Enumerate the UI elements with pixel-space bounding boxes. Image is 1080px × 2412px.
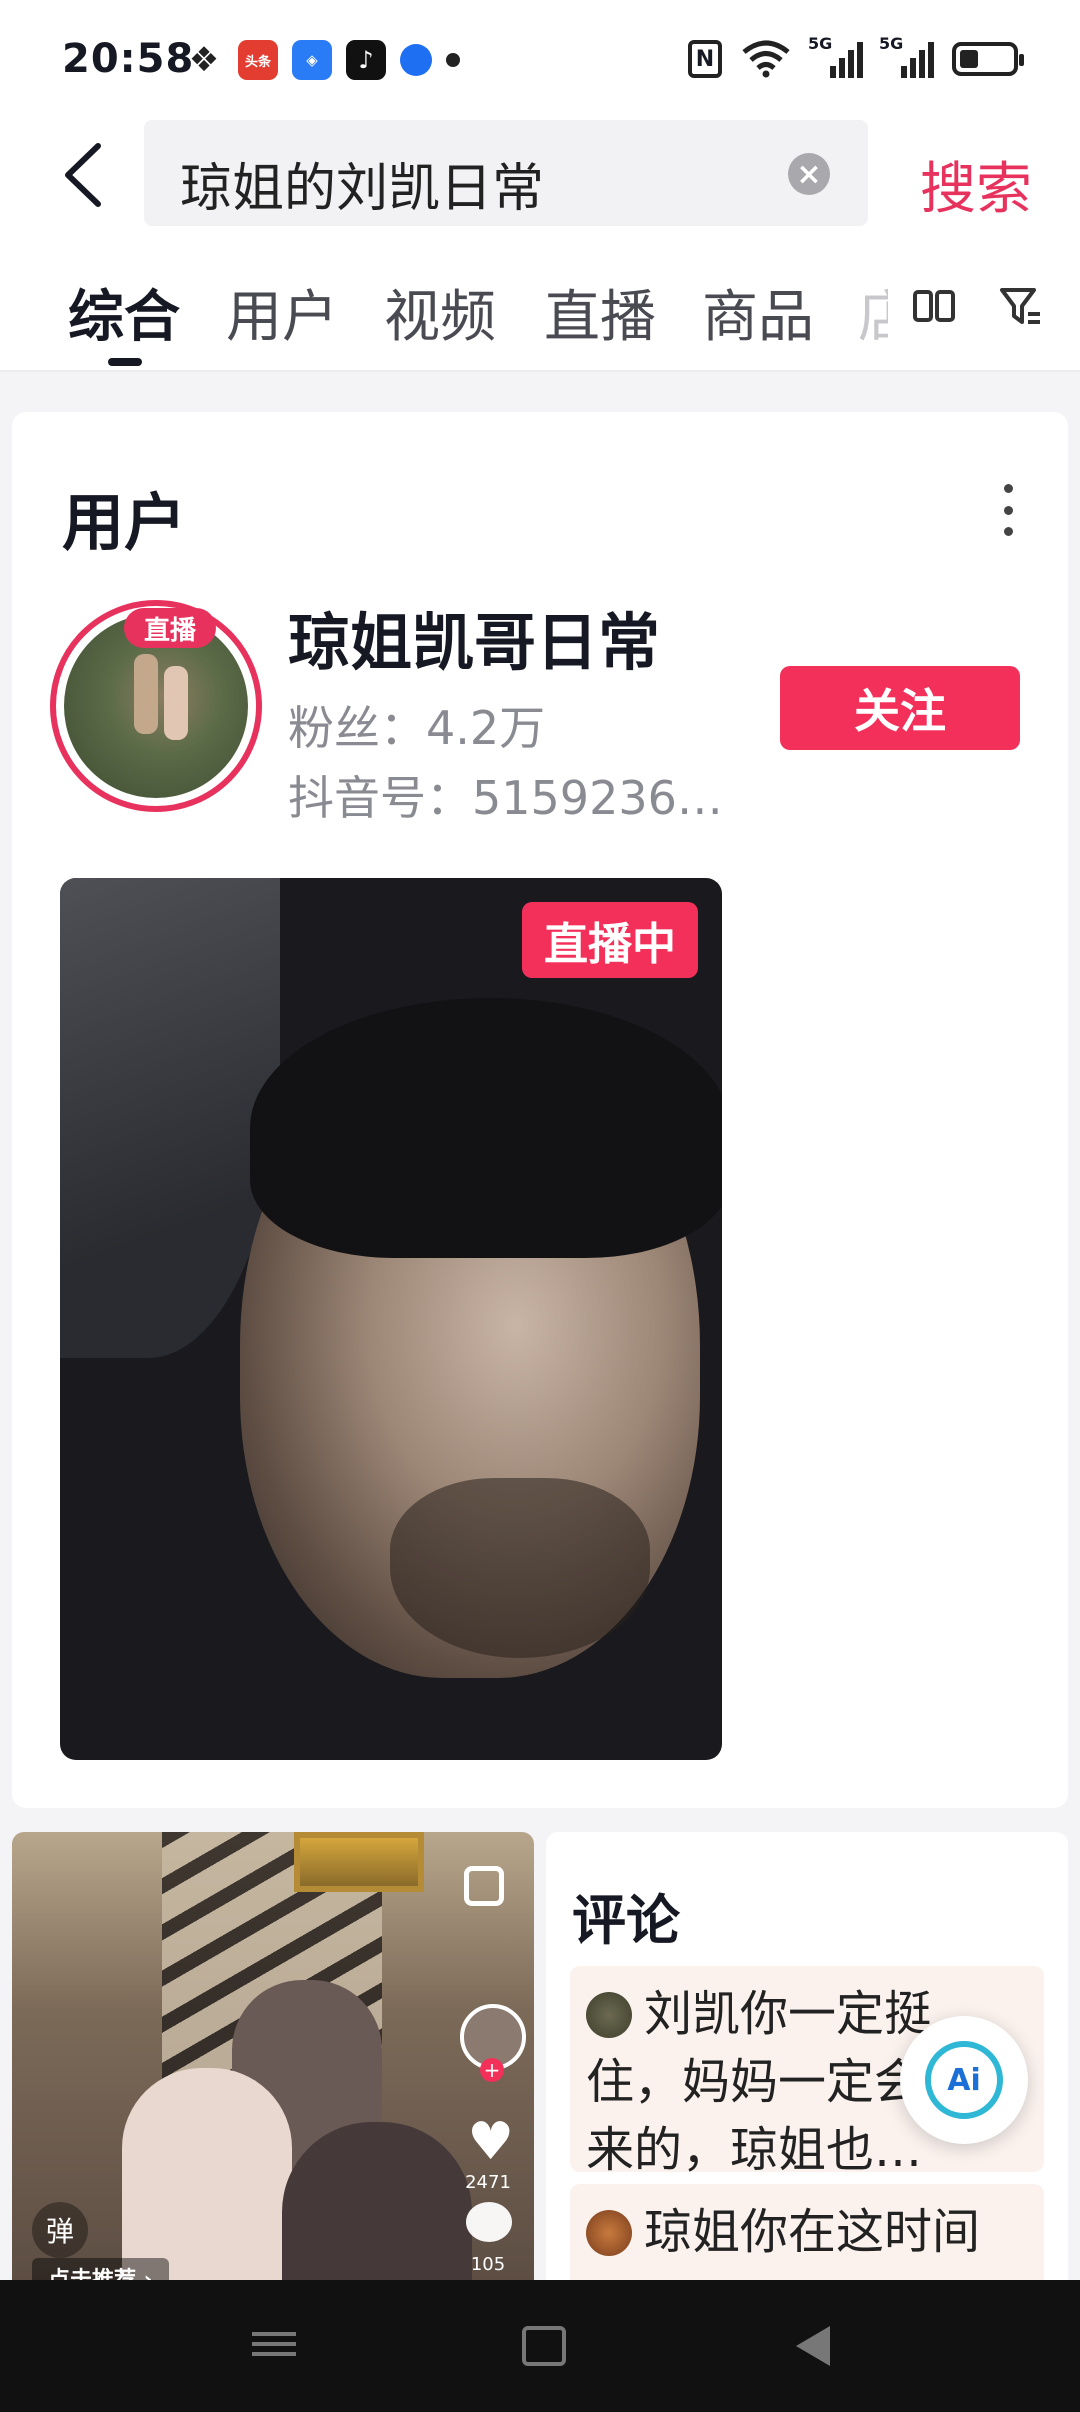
tiktok-icon: ♪ <box>346 40 386 80</box>
live-tag: 直播 <box>124 608 216 648</box>
tab-videos[interactable]: 视频 <box>384 272 496 353</box>
multi-image-icon <box>464 1866 504 1906</box>
signal-5g-icon-2: 5G <box>879 34 934 78</box>
fans-count: 粉丝：4.2万 <box>288 701 546 755</box>
wall-painting <box>294 1832 424 1892</box>
clear-icon[interactable]: × <box>788 153 830 195</box>
result-tabs: 综合 用户 视频 直播 商品 店 <box>0 232 1080 372</box>
notification-icons: ❖ 头条 ◈ ♪ <box>184 40 460 80</box>
search-query: 琼姐的刘凯日常 <box>180 159 545 219</box>
tab-shops-partial[interactable]: 店 <box>858 272 888 353</box>
like-count: 2471 <box>465 2172 511 2193</box>
status-bar: 20:58 ❖ 头条 ◈ ♪ N 5G 5G <box>0 0 1080 120</box>
danmu-button[interactable]: 弹 <box>32 2202 88 2258</box>
clock: 20:58 <box>62 36 195 82</box>
follow-button[interactable]: 关注 <box>780 666 1020 750</box>
follow-plus-icon[interactable]: + <box>480 2058 504 2082</box>
ai-icon: Ai <box>925 2041 1003 2119</box>
search-button[interactable]: 搜索 <box>920 144 1032 225</box>
live-stream-cover[interactable]: 直播中 <box>60 878 722 1760</box>
battery-level <box>960 50 978 68</box>
streamer-hair <box>250 998 722 1258</box>
douyin-id: 抖音号：5159236… <box>288 771 723 825</box>
system-icons: N 5G 5G <box>688 34 1024 78</box>
ai-search-button[interactable]: Ai <box>900 2016 1028 2144</box>
system-navigation-bar <box>0 2280 1080 2412</box>
person-left <box>122 2068 292 2280</box>
comments-title: 评论 <box>572 1889 680 1952</box>
active-tab-indicator <box>108 358 142 366</box>
wifi-icon <box>742 40 790 78</box>
nfc-icon: N <box>688 40 722 78</box>
comment-text: 琼姐你在这时间 <box>644 2204 981 2260</box>
wechat-icon: ❖ <box>188 40 220 80</box>
layout-toggle-icon[interactable] <box>912 284 956 328</box>
live-badge: 直播中 <box>522 902 698 978</box>
battery-icon <box>952 42 1024 76</box>
video-thumbnail[interactable]: + ♥ 2471 105 弹 点击推荐 › <box>12 1832 534 2280</box>
more-options-icon[interactable] <box>998 484 1018 536</box>
menu-nav-icon[interactable] <box>252 2326 296 2366</box>
toutiao-icon: 头条 <box>238 40 278 80</box>
filter-icon[interactable] <box>998 284 1042 328</box>
tab-users[interactable]: 用户 <box>226 272 338 353</box>
person-right <box>282 2122 472 2280</box>
comment-count: 105 <box>470 2254 506 2275</box>
section-title: 用户 <box>62 486 187 559</box>
streamer-beard <box>390 1478 650 1658</box>
browser-icon <box>400 44 432 76</box>
user-name[interactable]: 琼姐凯哥日常 <box>288 592 660 682</box>
back-nav-icon[interactable] <box>786 2326 830 2366</box>
tab-live[interactable]: 直播 <box>544 272 656 353</box>
comment-item[interactable]: 琼姐你在这时间 <box>570 2184 1044 2280</box>
tab-products[interactable]: 商品 <box>702 272 814 353</box>
comment-bubble-icon[interactable] <box>466 2202 512 2242</box>
ai-search-icon: ◈ <box>292 40 332 80</box>
user-result-card: 用户 直播 琼姐凯哥日常 粉丝：4.2万 抖音号：5159236… 关注 直播中 <box>12 412 1068 1808</box>
search-header: 琼姐的刘凯日常 × 搜索 <box>0 120 1080 232</box>
like-heart-icon[interactable]: ♥ <box>467 2112 514 2172</box>
signal-5g-icon-1: 5G <box>808 34 863 78</box>
dot-icon <box>446 53 460 67</box>
tab-comprehensive[interactable]: 综合 <box>68 272 180 353</box>
recommend-button[interactable]: 点击推荐 › <box>32 2258 169 2280</box>
back-arrow-icon[interactable] <box>56 140 116 210</box>
home-nav-icon[interactable] <box>522 2326 566 2366</box>
search-input[interactable]: 琼姐的刘凯日常 × <box>144 120 868 226</box>
